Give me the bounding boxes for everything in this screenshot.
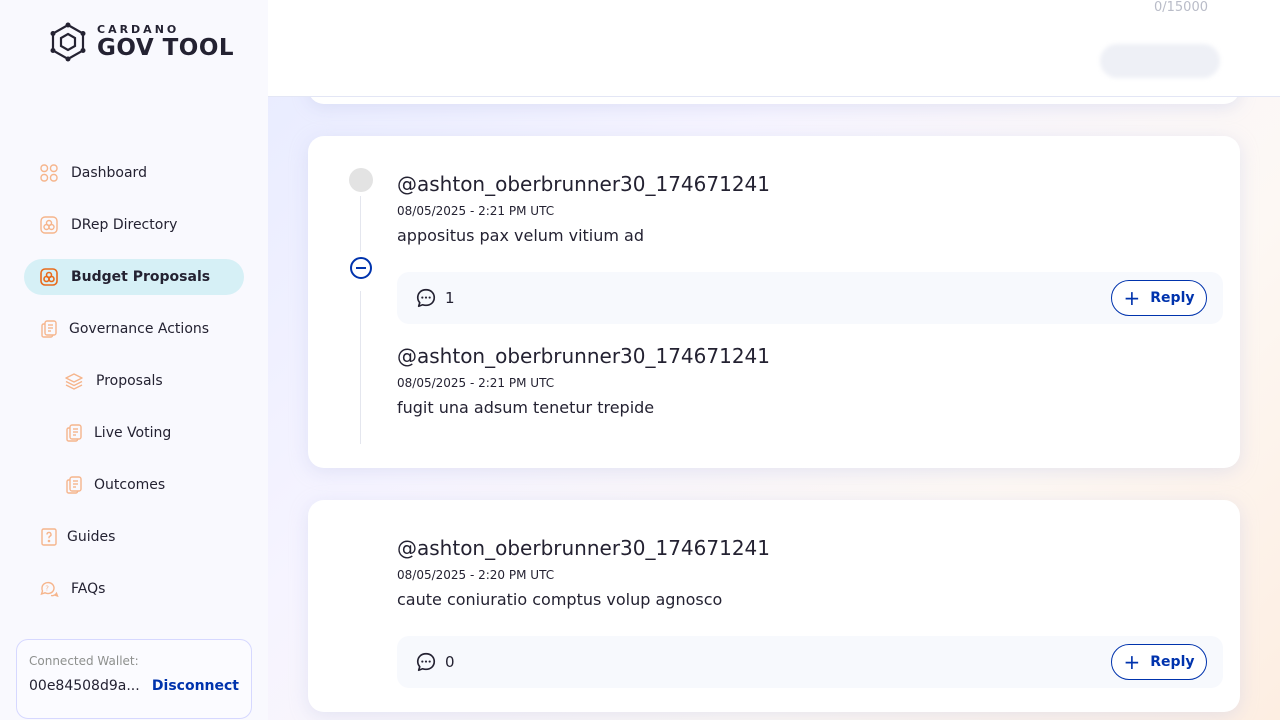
comment-action-bar: 1 + Reply [397,272,1223,324]
svg-text:?: ? [45,585,49,593]
plus-icon: + [1123,286,1141,310]
comment-date: 08/05/2025 - 2:20 PM UTC [397,568,555,582]
comment-thread-card: @ashton_oberbrunner30_174671241 08/05/20… [308,500,1240,712]
sidebar-item-proposals[interactable]: Proposals [24,363,244,399]
sidebar-item-outcomes[interactable]: Outcomes [24,467,244,503]
sidebar-item-label: Proposals [96,373,163,389]
reply-comment: @ashton_oberbrunner30_174671241 08/05/20… [397,344,1223,417]
reply-button-label: Reply [1150,654,1195,670]
sidebar-item-label: DRep Directory [71,217,178,233]
cardano-logo-icon [50,22,86,62]
proposals-icon [64,371,84,391]
plus-icon: + [1123,650,1141,674]
sidebar-item-label: Dashboard [71,165,147,181]
comment-author[interactable]: @ashton_oberbrunner30_174671241 [397,344,1223,368]
connected-wallet-panel: Connected Wallet: 00e84508d9a... Disconn… [16,639,252,719]
sidebar-nav: Dashboard DRep Directory Budget Proposal… [24,155,244,623]
comment-date: 08/05/2025 - 2:21 PM UTC [397,204,555,218]
minus-icon [356,267,366,269]
wallet-address: 00e84508d9a... [29,678,140,694]
faqs-icon: ? [39,579,59,599]
logo-big-text: GOV TOOL [97,35,235,61]
logo-small-text: CARDANO [97,23,180,36]
app-logo[interactable]: CARDANO GOV TOOL [48,22,234,62]
sidebar-item-live-voting[interactable]: Live Voting [24,415,244,451]
budget-proposals-icon [39,267,59,287]
outcomes-icon [64,475,84,495]
comment-text: caute coniuratio comptus volup agnosco [397,590,723,609]
reply-count: 1 [445,289,455,307]
avatar [349,168,373,192]
thread-line [360,196,361,252]
dashboard-icon [39,163,59,183]
reply-count: 0 [445,653,455,671]
comment-text: fugit una adsum tenetur trepide [397,398,655,417]
wallet-label: Connected Wallet: [29,654,139,668]
sidebar-item-label: FAQs [71,581,106,597]
sidebar-item-label: Guides [67,529,116,545]
comment-bubble-icon [416,652,436,672]
sidebar-item-label: Outcomes [94,477,166,493]
comment-bubble-icon [416,288,436,308]
sidebar: CARDANO GOV TOOL Dashboard DRep Director… [0,0,268,720]
sidebar-item-label: Budget Proposals [71,269,211,285]
comment: @ashton_oberbrunner30_174671241 08/05/20… [397,536,1223,609]
sidebar-item-governance-actions[interactable]: Governance Actions [24,311,244,347]
drep-directory-icon [39,215,59,235]
reply-button-label: Reply [1150,290,1195,306]
comment-text: appositus pax velum vitium ad [397,226,645,245]
thread-line [360,291,361,444]
comment-author[interactable]: @ashton_oberbrunner30_174671241 [397,172,1223,196]
comment-date: 08/05/2025 - 2:21 PM UTC [397,376,555,390]
collapse-replies-button[interactable] [350,257,372,279]
submit-comment-button[interactable] [1100,44,1220,78]
disconnect-button[interactable]: Disconnect [152,678,239,694]
sidebar-item-budget-proposals[interactable]: Budget Proposals [24,259,244,295]
sidebar-item-drep-directory[interactable]: DRep Directory [24,207,244,243]
reply-button[interactable]: + Reply [1111,644,1207,680]
comment-thread-card: @ashton_oberbrunner30_174671241 08/05/20… [308,136,1240,468]
sidebar-item-dashboard[interactable]: Dashboard [24,155,244,191]
sidebar-item-faqs[interactable]: ? FAQs [24,571,244,607]
guides-icon [39,527,59,547]
sidebar-item-label: Governance Actions [69,321,210,337]
sidebar-item-guides[interactable]: Guides [24,519,244,555]
sidebar-item-label: Live Voting [94,425,172,441]
comment-author[interactable]: @ashton_oberbrunner30_174671241 [397,536,1223,560]
comment: @ashton_oberbrunner30_174671241 08/05/20… [397,172,1223,245]
live-voting-icon [64,423,84,443]
reply-button[interactable]: + Reply [1111,280,1207,316]
main-content: 0/15000 @ashton_oberbrunner30_174671241 … [268,0,1280,720]
governance-actions-icon [39,319,59,339]
character-counter: 0/15000 [1153,0,1208,15]
comment-action-bar: 0 + Reply [397,636,1223,688]
